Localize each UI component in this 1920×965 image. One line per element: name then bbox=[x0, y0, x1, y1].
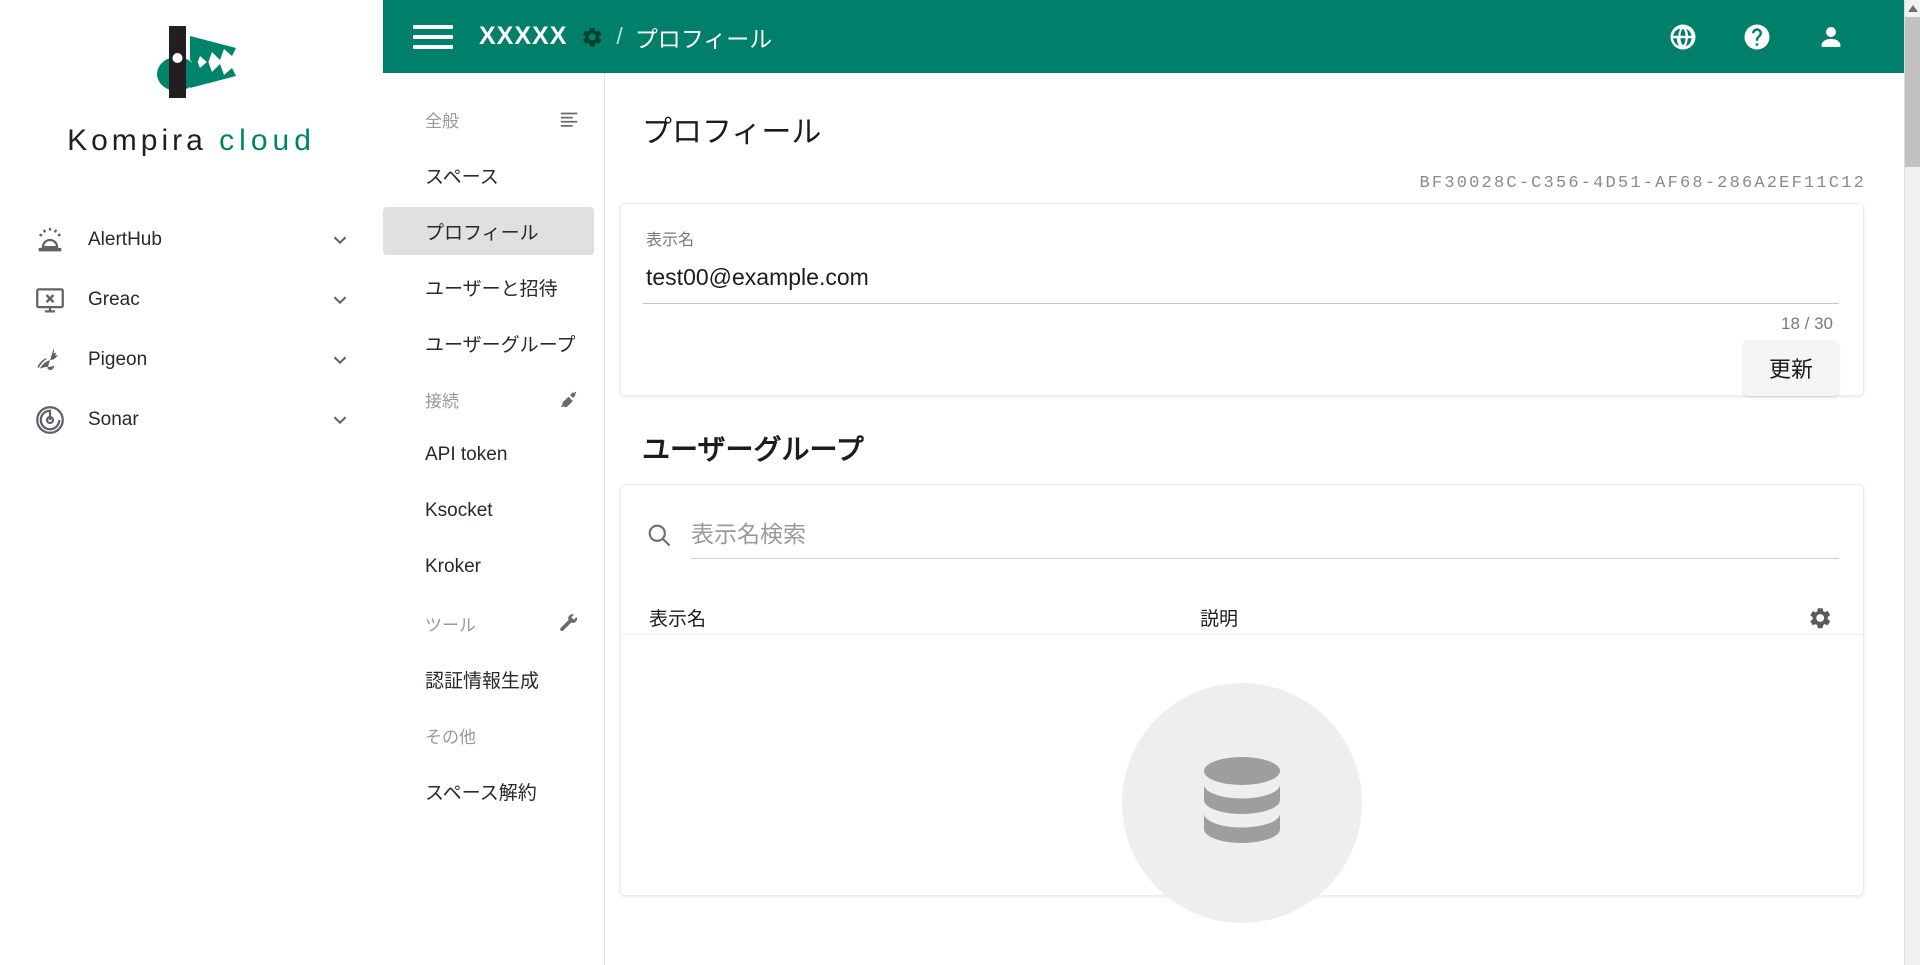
user-group-card: 表示名 説明 bbox=[620, 484, 1864, 923]
settings-nav-item-ksocket[interactable]: Ksocket bbox=[383, 487, 594, 535]
nav-item-label: スペース bbox=[425, 166, 499, 188]
user-group-section-title: ユーザーグループ bbox=[642, 434, 864, 465]
column-header-description: 説明 bbox=[1200, 609, 1239, 630]
settings-nav-item-users-invites[interactable]: ユーザーと招待 bbox=[383, 263, 594, 311]
database-icon bbox=[1204, 757, 1280, 843]
nav-item-label: ユーザーと招待 bbox=[425, 278, 558, 300]
brand-wordmark: Kompira cloud bbox=[67, 124, 316, 158]
bird-icon bbox=[22, 343, 78, 377]
user-group-empty-state bbox=[621, 635, 1863, 923]
profile-actions: 更新 bbox=[643, 334, 1839, 396]
chevron-down-icon[interactable] bbox=[327, 229, 353, 251]
chevron-down-icon[interactable] bbox=[327, 349, 353, 371]
settings-nav-item-space[interactable]: スペース bbox=[383, 151, 594, 199]
nav-item-label: 認証情報生成 bbox=[425, 670, 540, 692]
chevron-down-icon[interactable] bbox=[327, 409, 353, 431]
help-icon[interactable] bbox=[1742, 22, 1772, 52]
nav-section-title: ツール bbox=[425, 615, 476, 635]
product-nav: AlertHub Greac Pigeon Sonar bbox=[0, 210, 383, 450]
wrench-icon bbox=[558, 612, 580, 634]
nav-section-header-tools: ツール bbox=[383, 599, 604, 647]
page-title: プロフィール bbox=[642, 116, 822, 149]
product-sidebar: Kompira cloud AlertHub Greac Pigeon Sona… bbox=[0, 0, 383, 965]
display-name-label: 表示名 bbox=[646, 232, 695, 249]
display-name-counter: 18 / 30 bbox=[1781, 314, 1833, 333]
empty-state-circle bbox=[1122, 683, 1362, 923]
nav-item-label: Kroker bbox=[425, 556, 481, 577]
language-icon[interactable] bbox=[1668, 22, 1698, 52]
page-scrollbar[interactable] bbox=[1904, 0, 1920, 965]
display-name-input[interactable]: test00@example.com bbox=[643, 250, 1839, 304]
nav-section-header-general: 全般 bbox=[383, 95, 604, 143]
nav-item-label: Ksocket bbox=[425, 500, 493, 521]
product-item-alerthub[interactable]: AlertHub bbox=[22, 210, 353, 270]
topbar-actions bbox=[1668, 22, 1904, 52]
update-button[interactable]: 更新 bbox=[1742, 340, 1839, 396]
main-content: プロフィール BF30028C-C356-4D51-AF68-286A2EF11… bbox=[605, 73, 1904, 965]
search-icon bbox=[645, 521, 691, 559]
user-group-search-input[interactable] bbox=[691, 521, 1839, 559]
product-label: Greac bbox=[88, 289, 140, 310]
brand-name-accent: cloud bbox=[219, 124, 316, 157]
settings-sidebar: 全般 スペース プロフィール ユーザーと招待 ユーザーグループ 接続 API t… bbox=[383, 73, 605, 965]
product-label: Pigeon bbox=[88, 349, 148, 370]
profile-uuid: BF30028C-C356-4D51-AF68-286A2EF11C12 bbox=[1419, 174, 1866, 193]
nav-item-label: プロフィール bbox=[425, 222, 539, 244]
account-icon[interactable] bbox=[1816, 22, 1846, 52]
nav-section-header-other: その他 bbox=[383, 711, 604, 759]
user-group-table-header: 表示名 説明 bbox=[621, 559, 1863, 635]
product-item-sonar[interactable]: Sonar bbox=[22, 390, 353, 450]
list-icon bbox=[558, 108, 580, 130]
scrollbar-thumb[interactable] bbox=[1905, 17, 1920, 167]
gear-icon[interactable] bbox=[580, 25, 604, 49]
hamburger-menu-icon[interactable] bbox=[413, 22, 453, 52]
breadcrumb-current-page: プロフィール bbox=[634, 25, 773, 52]
breadcrumb-space-name[interactable]: XXXXX bbox=[479, 22, 567, 51]
settings-nav-item-credential-generate[interactable]: 認証情報生成 bbox=[383, 655, 594, 703]
product-item-greac[interactable]: Greac bbox=[22, 270, 353, 330]
radar-icon bbox=[22, 403, 78, 437]
siren-icon bbox=[22, 223, 78, 257]
breadcrumb-separator: / bbox=[616, 23, 623, 49]
nav-item-label: API token bbox=[425, 444, 508, 465]
product-label: Sonar bbox=[88, 409, 139, 430]
top-app-bar: XXXXX / プロフィール bbox=[383, 0, 1904, 73]
nav-section-title: その他 bbox=[425, 727, 476, 747]
settings-nav-item-cancel-space[interactable]: スペース解約 bbox=[383, 767, 594, 815]
chevron-down-icon[interactable] bbox=[327, 289, 353, 311]
app-root: Kompira cloud AlertHub Greac Pigeon Sona… bbox=[0, 0, 1920, 965]
settings-nav-item-profile[interactable]: プロフィール bbox=[383, 207, 594, 255]
product-item-pigeon[interactable]: Pigeon bbox=[22, 330, 353, 390]
product-label: AlertHub bbox=[88, 229, 162, 250]
nav-section-title: 接続 bbox=[425, 391, 459, 411]
crocodile-logo-icon bbox=[156, 26, 236, 98]
nav-item-label: スペース解約 bbox=[425, 782, 537, 804]
plug-icon bbox=[558, 388, 580, 410]
settings-nav-item-kroker[interactable]: Kroker bbox=[383, 543, 594, 591]
brand-name-main: Kompira bbox=[67, 124, 207, 157]
monitor-icon bbox=[22, 283, 78, 317]
nav-section-title: 全般 bbox=[425, 111, 459, 131]
settings-nav-item-api-token[interactable]: API token bbox=[383, 431, 594, 479]
scroll-up-arrow-icon[interactable] bbox=[1905, 0, 1920, 17]
nav-section-header-connection: 接続 bbox=[383, 375, 604, 423]
column-header-name: 表示名 bbox=[649, 609, 707, 630]
settings-nav-item-user-groups[interactable]: ユーザーグループ bbox=[383, 319, 594, 367]
profile-form-card: 表示名 test00@example.com 18 / 30 更新 bbox=[620, 203, 1864, 396]
gear-icon[interactable] bbox=[1807, 605, 1839, 631]
nav-item-label: ユーザーグループ bbox=[425, 334, 576, 356]
user-group-search-row bbox=[621, 485, 1863, 559]
brand-logo[interactable]: Kompira cloud bbox=[0, 18, 383, 158]
